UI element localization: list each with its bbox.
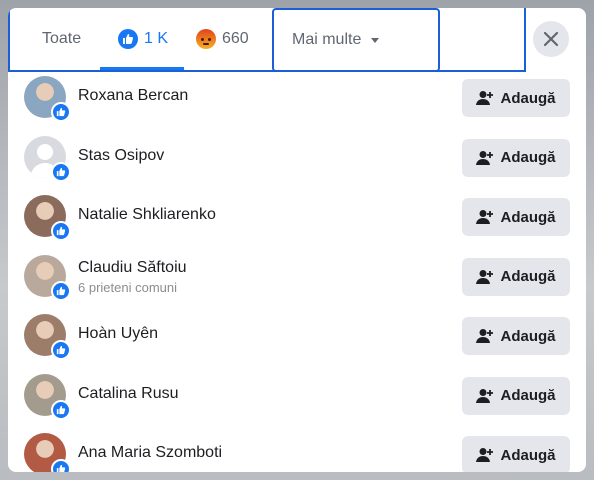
tab-like[interactable]: 1 K [100, 8, 185, 70]
add-friend-icon [476, 329, 494, 343]
add-friend-icon [476, 388, 494, 403]
reactions-dialog: Toate 1 K 660 Mai multe Roxana Bercan Ada… [8, 8, 586, 472]
list-item: Ana Maria Szomboti Adaugă [8, 425, 586, 472]
add-friend-icon [476, 210, 494, 224]
tab-like-count: 1 K [144, 30, 169, 47]
add-friend-icon [476, 448, 494, 462]
add-friend-button[interactable]: Adaugă [462, 79, 570, 117]
tab-more-label: Mai multe [292, 31, 362, 48]
like-badge-icon [51, 459, 71, 472]
add-friend-label: Adaugă [500, 208, 556, 226]
list-item: Catalina Rusu Adaugă [8, 366, 586, 425]
add-friend-button[interactable]: Adaugă [462, 198, 570, 236]
add-friend-button[interactable]: Adaugă [462, 138, 570, 177]
like-badge-icon [51, 280, 71, 301]
add-friend-button[interactable]: Adaugă [462, 317, 570, 355]
add-friend-label: Adaugă [500, 149, 556, 166]
list-item: Natalie Shkliarenko Adaugă [8, 187, 586, 246]
angry-reaction-icon [196, 29, 216, 49]
like-badge-icon [51, 221, 71, 241]
person-name[interactable]: Stas Osipov [78, 147, 164, 165]
person-name[interactable]: Roxana Bercan [78, 87, 188, 105]
person-name[interactable]: Ana Maria Szomboti [78, 444, 222, 462]
add-friend-label: Adaugă [500, 268, 556, 285]
person-name[interactable]: Natalie Shkliarenko [78, 206, 216, 224]
reaction-tabs: Toate 1 K 660 Mai multe [8, 8, 526, 72]
add-friend-icon [476, 269, 494, 284]
like-badge-icon [51, 399, 71, 420]
close-button[interactable] [533, 21, 569, 57]
list-item: Roxana Bercan Adaugă [8, 68, 586, 127]
add-friend-button[interactable]: Adaugă [462, 376, 570, 415]
add-friend-label: Adaugă [500, 387, 556, 404]
like-badge-icon [51, 102, 71, 122]
mutual-friends-text: 6 prieteni comuni [78, 279, 177, 295]
like-badge-icon [51, 340, 71, 360]
person-name[interactable]: Hoàn Uyên [78, 325, 158, 343]
list-item: Hoàn Uyên Adaugă [8, 306, 586, 365]
add-friend-label: Adaugă [500, 446, 556, 464]
tab-all-label: Toate [42, 30, 82, 47]
list-item: Stas Osipov Adaugă [8, 128, 586, 187]
person-name[interactable]: Claudiu Săftoiu [78, 259, 187, 277]
person-name[interactable]: Catalina Rusu [78, 385, 179, 403]
like-reaction-icon [118, 29, 138, 49]
add-friend-label: Adaugă [500, 327, 556, 345]
tab-more-dropdown[interactable]: Mai multe [272, 8, 440, 72]
tab-all[interactable]: Toate [42, 8, 81, 70]
tab-angry-count: 660 [222, 30, 249, 47]
add-friend-icon [476, 150, 494, 165]
tab-angry[interactable]: 660 [196, 8, 249, 70]
list-item: Claudiu Săftoiu 6 prieteni comuni Adaugă [8, 247, 586, 306]
close-icon [543, 31, 559, 47]
add-friend-button[interactable]: Adaugă [462, 436, 570, 472]
add-friend-button[interactable]: Adaugă [462, 257, 570, 296]
caret-down-icon [371, 37, 380, 43]
like-badge-icon [51, 161, 71, 182]
add-friend-icon [476, 91, 494, 105]
add-friend-label: Adaugă [500, 89, 556, 107]
